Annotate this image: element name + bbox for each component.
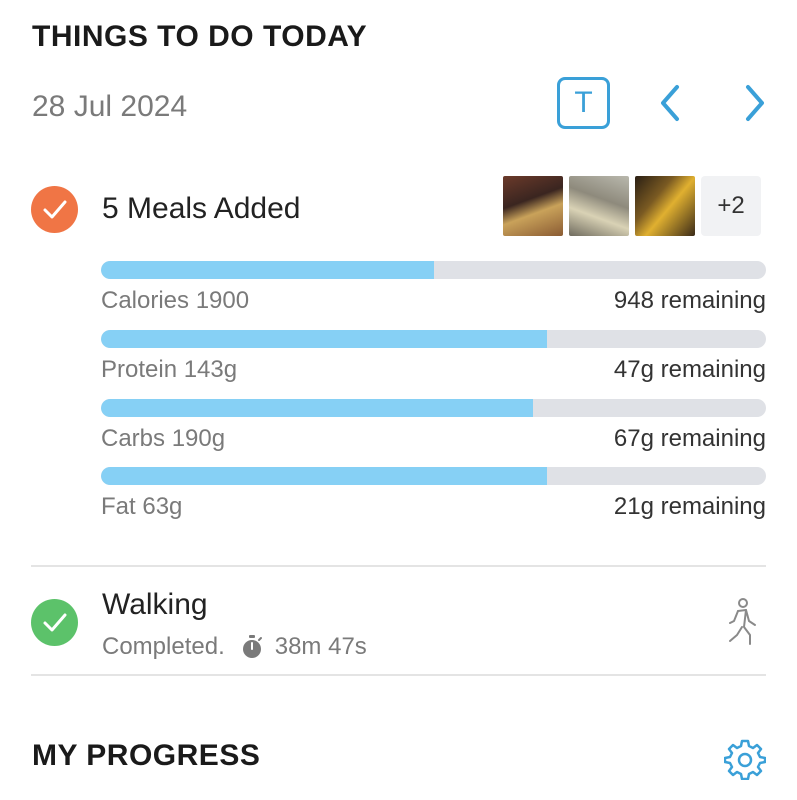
today-button[interactable]: T (557, 77, 610, 129)
fat-progress: Fat 63g 21g remaining (101, 467, 766, 521)
more-meals-button[interactable]: +2 (701, 176, 761, 236)
macro-remaining: 948 remaining (613, 287, 766, 314)
walking-status-text: Completed. (102, 633, 225, 660)
meals-complete-check[interactable] (31, 186, 78, 233)
chevron-left-icon (661, 85, 679, 121)
calories-progress: Calories 1900 948 remaining (101, 261, 766, 315)
meal-photo-thumbnail[interactable] (569, 176, 629, 236)
progress-bar (101, 261, 766, 279)
progress-fill (101, 261, 434, 279)
macro-remaining: 67g remaining (613, 425, 766, 452)
chevron-right-icon (746, 85, 764, 121)
stopwatch-icon (241, 635, 263, 659)
next-day-button[interactable] (735, 80, 775, 126)
progress-bar (101, 399, 766, 417)
macro-label: Calories 1900 (101, 287, 250, 314)
current-date: 28 Jul 2024 (32, 90, 188, 123)
walking-title[interactable]: Walking (102, 588, 208, 622)
protein-progress: Protein 143g 47g remaining (101, 330, 766, 384)
divider (31, 674, 766, 676)
carbs-progress: Carbs 190g 67g remaining (101, 399, 766, 453)
gear-icon[interactable] (723, 738, 767, 785)
progress-fill (101, 399, 534, 417)
walking-complete-check[interactable] (31, 599, 78, 646)
macro-remaining: 47g remaining (613, 356, 766, 383)
macro-remaining: 21g remaining (613, 493, 766, 520)
macro-label: Fat 63g (101, 493, 183, 520)
progress-fill (101, 330, 547, 348)
previous-day-button[interactable] (650, 80, 690, 126)
progress-bar (101, 330, 766, 348)
page-title: THINGS TO DO TODAY (32, 20, 368, 53)
check-icon (43, 613, 66, 631)
progress-section-title: MY PROGRESS (32, 739, 261, 772)
progress-bar (101, 467, 766, 485)
macro-label: Protein 143g (101, 356, 238, 383)
check-icon (43, 200, 66, 218)
walking-status: Completed. 38m 47s (102, 633, 367, 661)
divider (31, 565, 766, 567)
walking-duration: 38m 47s (274, 633, 367, 660)
walking-person-icon (722, 597, 762, 652)
meal-photo-thumbnail[interactable] (503, 176, 563, 236)
meals-title[interactable]: 5 Meals Added (102, 192, 300, 226)
meal-photo-thumbnail[interactable] (635, 176, 695, 236)
macro-label: Carbs 190g (101, 425, 226, 452)
progress-fill (101, 467, 547, 485)
